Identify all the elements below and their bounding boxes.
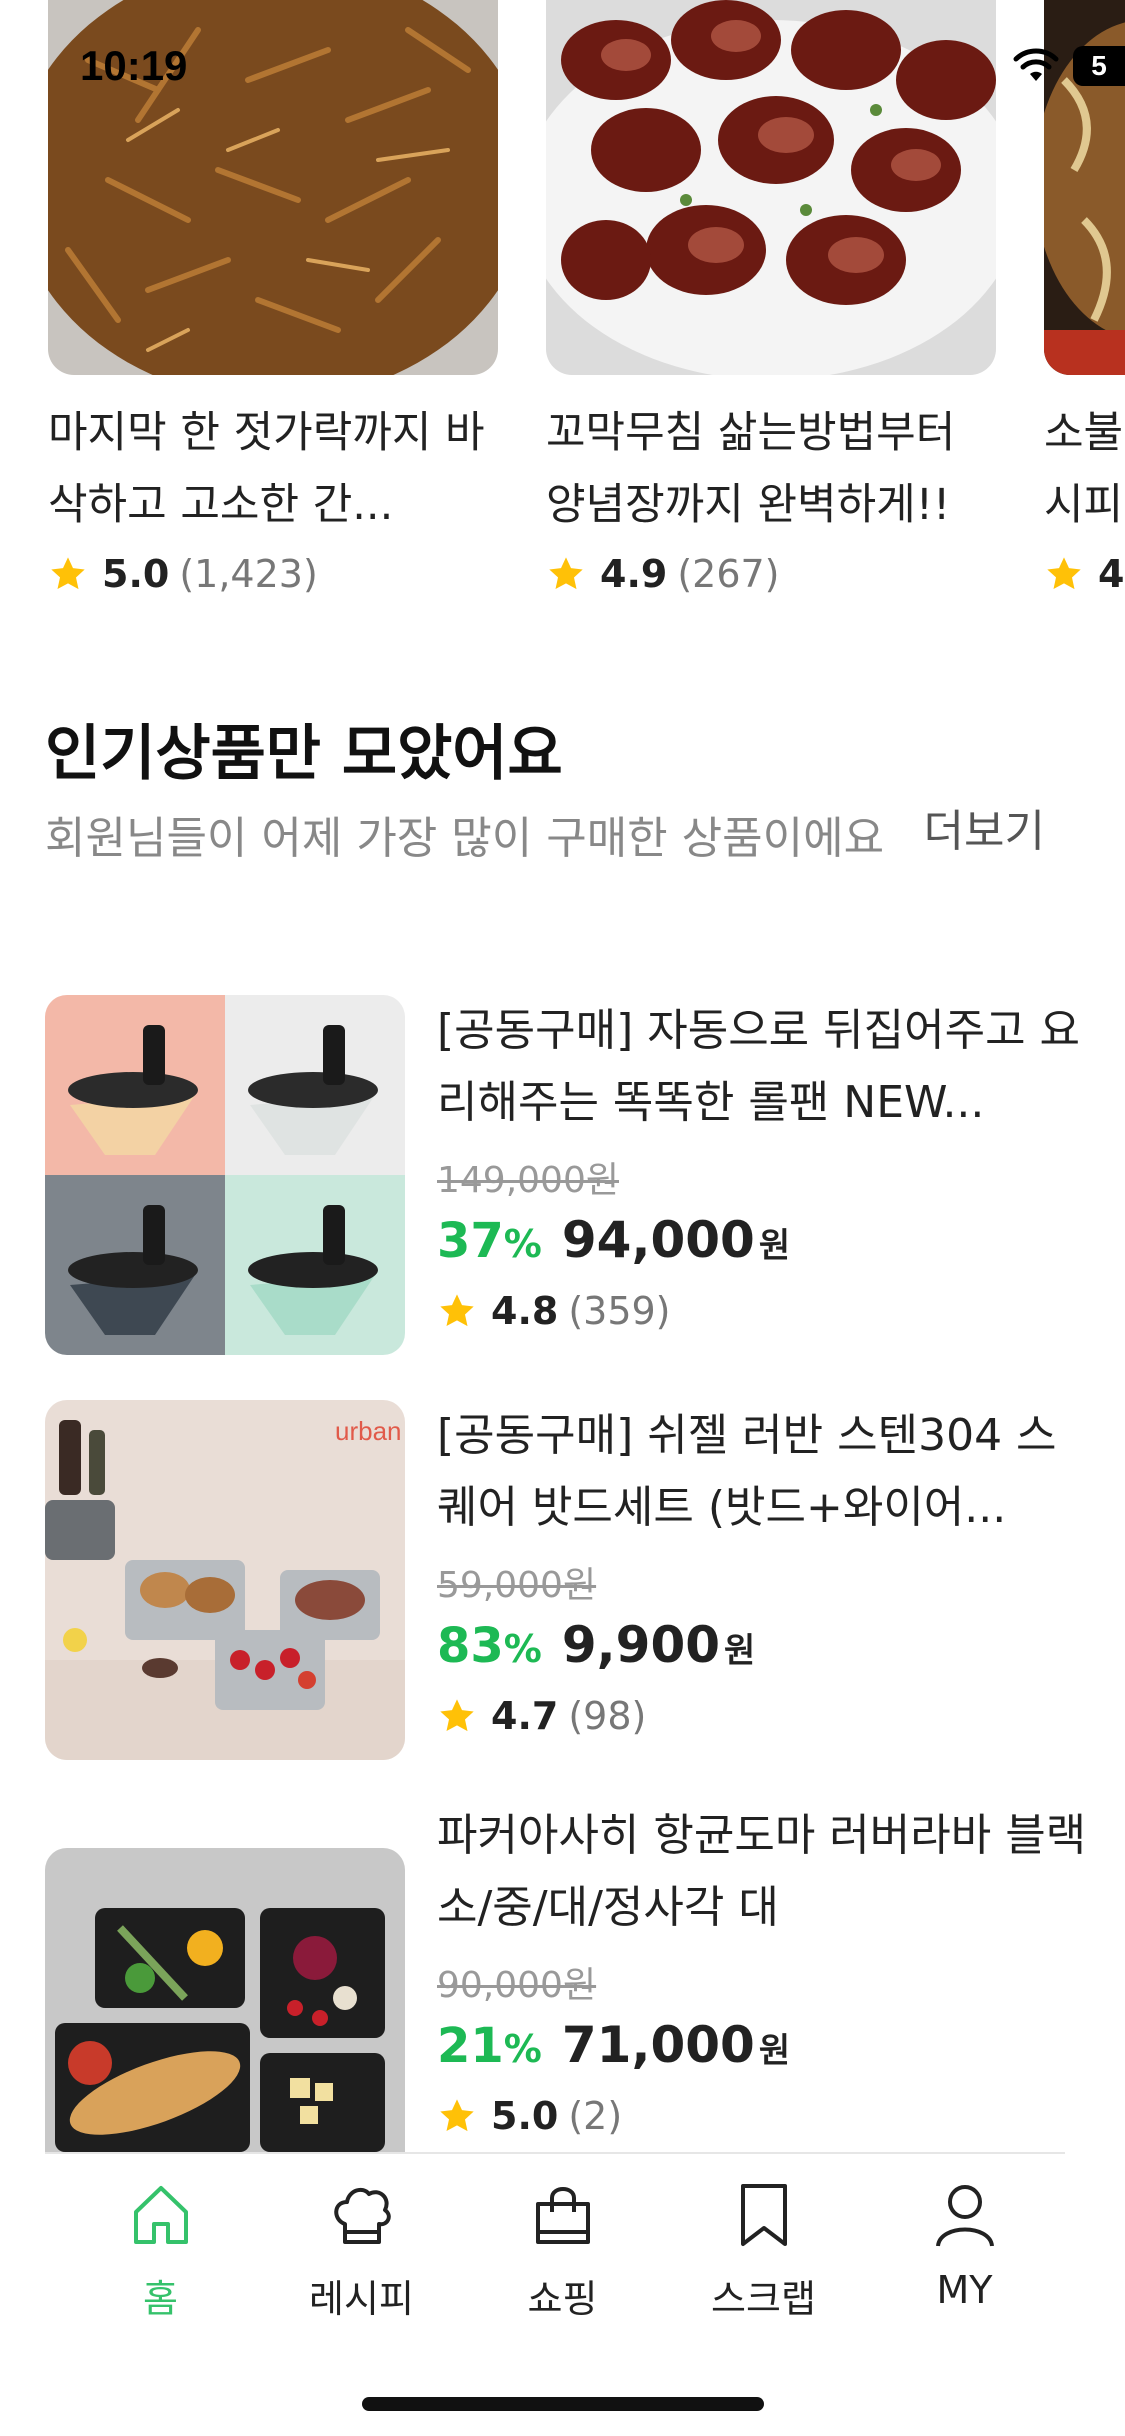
nav-label: MY	[936, 2268, 993, 2312]
product-rating: 4.7 (98)	[437, 1690, 1087, 1742]
rating-count: (359)	[568, 1289, 671, 1333]
section-subtitle: 회원님들이 어제 가장 많이 구매한 상품이에요	[45, 813, 885, 864]
discount-rate: 37%	[437, 1213, 542, 1269]
wifi-icon	[1013, 48, 1059, 81]
bottom-nav: 홈 레시피 쇼핑 스크랩 MY	[0, 2152, 1125, 2436]
nav-home[interactable]: 홈	[86, 2180, 236, 2323]
nav-label: 쇼핑	[527, 2277, 598, 2321]
product-item[interactable]: [공동구매] 자동으로 뒤집어주고 요리해주는 똑똑한 롤팬 NEW... 14…	[45, 995, 1080, 1355]
rating-count: (2)	[568, 2094, 623, 2138]
bookmark-icon	[740, 2184, 787, 2246]
recipe-card[interactable]: 꼬막무침 삶는방법부터 양념장까지 완벽하게!! 4.9 (267)	[546, 0, 996, 599]
star-icon	[440, 2099, 474, 2132]
product-item[interactable]: urban [공동구매] 쉬젤 러반 스텐304 스퀘어 밧드세트 (밧드+와이…	[45, 1400, 1080, 1760]
rating-value: 4.9	[600, 552, 668, 596]
home-indicator[interactable]	[362, 2397, 764, 2411]
rating-value: 5.0	[102, 552, 170, 596]
rating-value: 5.0	[491, 2094, 559, 2138]
original-price: 90,000원	[437, 1965, 597, 2006]
sale-price: 71,000	[561, 2016, 755, 2074]
nav-divider	[45, 2152, 1065, 2154]
product-info: [공동구매] 자동으로 뒤집어주고 요리해주는 똑똑한 롤팬 NEW... 14…	[437, 995, 1087, 1337]
rating-count: (267)	[677, 552, 780, 596]
recipe-rating: 4.9 (267)	[546, 549, 996, 599]
recipe-rating: 4	[1044, 549, 1125, 599]
nav-shopping[interactable]: 쇼핑	[488, 2180, 638, 2323]
recipe-rating: 5.0 (1,423)	[48, 549, 498, 599]
star-icon	[1047, 557, 1081, 590]
nav-my[interactable]: MY	[890, 2180, 1040, 2323]
nav-recipe[interactable]: 레시피	[287, 2180, 437, 2323]
rating-value: 4.7	[491, 1694, 559, 1738]
shopping-bag-icon	[535, 2187, 590, 2244]
nav-label: 레시피	[309, 2277, 414, 2321]
nav-scrap[interactable]: 스크랩	[689, 2180, 839, 2323]
product-title: [공동구매] 자동으로 뒤집어주고 요리해주는 똑똑한 롤팬 NEW...	[437, 1005, 1081, 1128]
more-link[interactable]: 더보기	[924, 795, 1045, 859]
svg-text:urban: urban	[335, 1416, 402, 1446]
discount-rate: 21%	[437, 2018, 542, 2074]
product-item[interactable]: 파커아사히 항균도마 러버라바 블랙 소/중/대/정사각 대 90,000원 2…	[45, 1800, 1086, 2152]
sale-price: 9,900	[561, 1616, 721, 1674]
product-title: 파커아사히 항균도마 러버라바 블랙 소/중/대/정사각 대	[437, 1810, 1087, 1933]
rating-value: 4.8	[491, 1289, 559, 1333]
product-image	[45, 1848, 405, 2152]
person-icon	[935, 2185, 994, 2247]
status-time: 10:19	[80, 42, 188, 89]
product-image	[45, 995, 405, 1355]
rating-count: (1,423)	[179, 552, 318, 596]
product-info: [공동구매] 쉬젤 러반 스텐304 스퀘어 밧드세트 (밧드+와이어... 5…	[437, 1400, 1087, 1742]
currency-unit: 원	[724, 1631, 756, 1671]
star-icon	[51, 557, 85, 590]
product-title: [공동구매] 쉬젤 러반 스텐304 스퀘어 밧드세트 (밧드+와이어...	[437, 1410, 1057, 1533]
status-icons: 5	[1013, 46, 1125, 86]
recipe-image	[546, 0, 996, 375]
recipe-title: 마지막 한 젓가락까지 바삭하고 고소한 간...	[48, 408, 485, 530]
currency-unit: 원	[758, 1226, 791, 1266]
product-image: urban	[45, 1400, 405, 1760]
price-row: 83% 9,900 원	[437, 1616, 1087, 1680]
battery-icon: 5	[1073, 46, 1125, 86]
recipe-card[interactable]: 소불 시피 4	[1044, 0, 1125, 599]
section-title: 인기상품만 모았어요	[45, 719, 563, 789]
star-icon	[440, 1699, 474, 1732]
original-price: 149,000원	[437, 1160, 619, 1201]
star-icon	[549, 557, 583, 590]
product-rating: 5.0 (2)	[437, 2090, 1087, 2142]
star-icon	[440, 1294, 474, 1327]
nav-label: 홈	[143, 2277, 178, 2321]
discount-rate: 83%	[437, 1618, 542, 1674]
recipe-carousel[interactable]: 마지막 한 젓가락까지 바삭하고 고소한 간... 5.0 (1,423) 꼬막…	[0, 0, 1125, 600]
chef-hat-icon	[333, 2187, 391, 2244]
recipe-title: 꼬막무침 삶는방법부터 양념장까지 완벽하게!!	[546, 408, 956, 530]
currency-unit: 원	[758, 2031, 791, 2071]
original-price: 59,000원	[437, 1565, 597, 1606]
recipe-title: 소불 시피	[1044, 408, 1124, 530]
rating-count: (98)	[568, 1694, 647, 1738]
nav-label: 스크랩	[711, 2277, 816, 2321]
product-rating: 4.8 (359)	[437, 1285, 1087, 1337]
rating-value: 4	[1098, 552, 1125, 596]
price-row: 21% 71,000 원	[437, 2016, 1087, 2080]
price-row: 37% 94,000 원	[437, 1211, 1087, 1275]
sale-price: 94,000	[561, 1211, 755, 1269]
home-icon	[133, 2186, 188, 2244]
product-info: 파커아사히 항균도마 러버라바 블랙 소/중/대/정사각 대 90,000원 2…	[437, 1800, 1087, 2142]
